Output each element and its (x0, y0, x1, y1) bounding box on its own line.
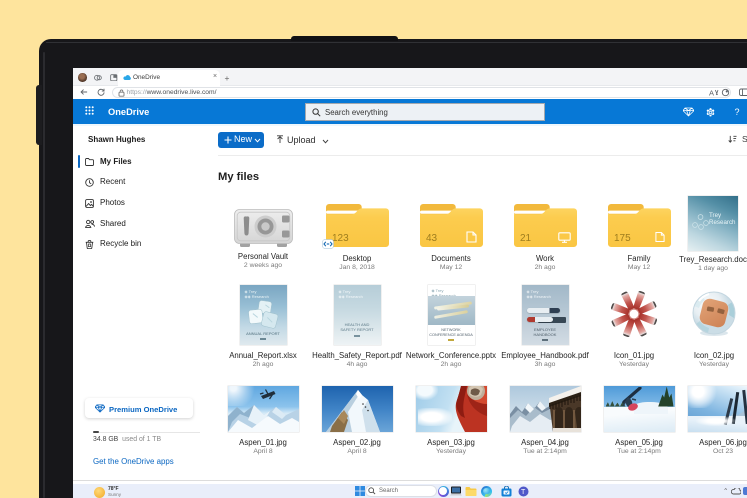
svg-text:T: T (521, 489, 526, 496)
svg-text:A: A (709, 89, 714, 98)
